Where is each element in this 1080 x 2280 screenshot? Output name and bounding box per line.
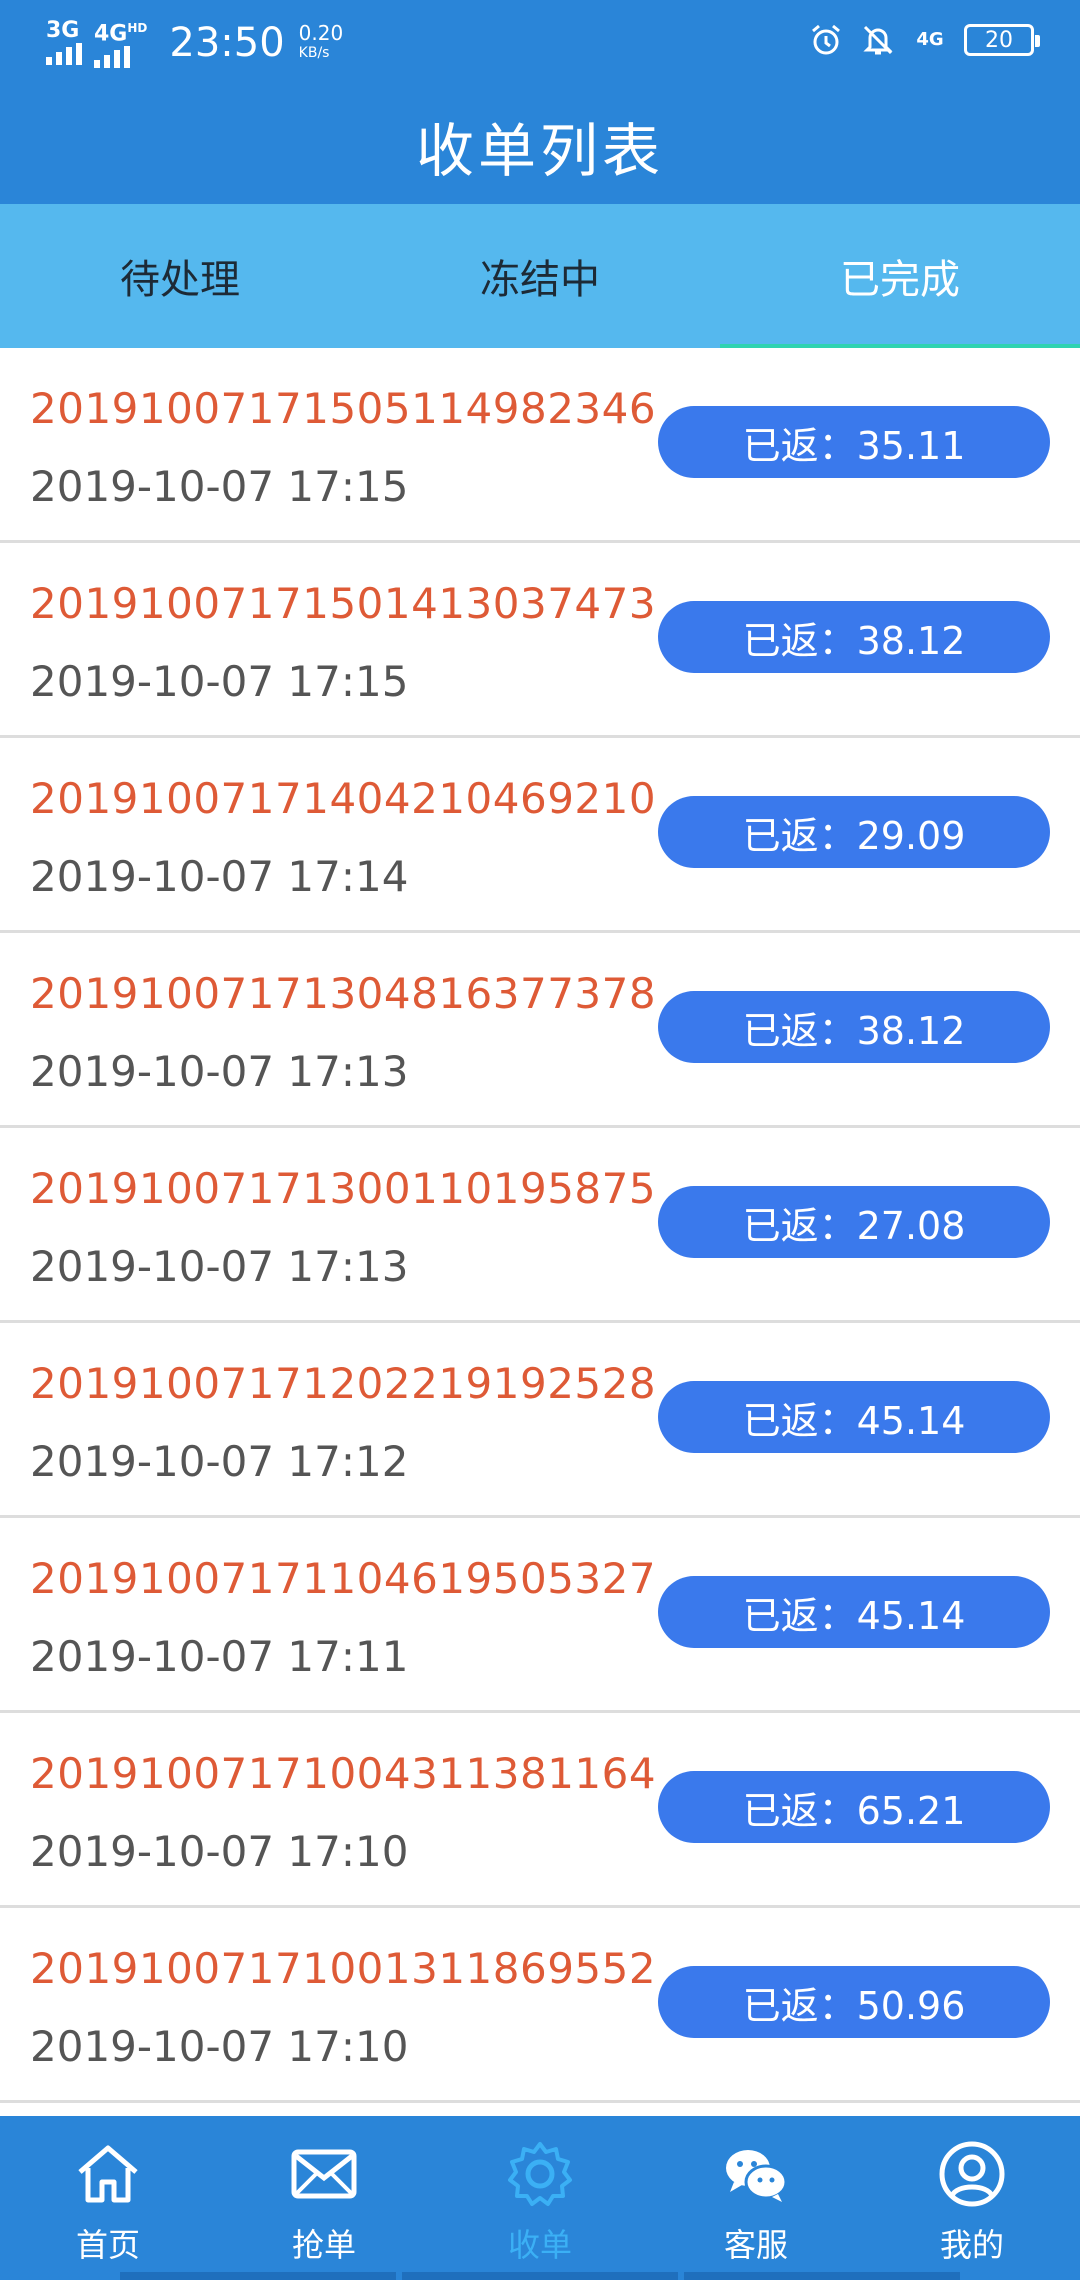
nav-home[interactable]: 首页 (0, 2116, 216, 2280)
returned-amount-badge[interactable]: 已返：45.14 (658, 1381, 1050, 1453)
signal-hd-label: HD (127, 21, 148, 35)
page-title: 收单列表 (415, 117, 664, 185)
app-header: 3G 4GHD 23:50 0.20 KB/s 4G 20 收单列表 (0, 0, 1080, 204)
order-number: 20191007171501413037473 (30, 579, 657, 628)
network-speed: 0.20 KB/s (299, 23, 344, 63)
returned-amount-badge[interactable]: 已返：38.12 (658, 601, 1050, 673)
nav-customer-service-label: 客服 (723, 2226, 788, 2264)
mail-icon (291, 2149, 357, 2199)
order-row[interactable]: 20191007171505114982346 2019-10-07 17:15… (0, 348, 1080, 543)
network-icon: 4G (912, 22, 948, 58)
order-number: 20191007171001311869552 (30, 1944, 657, 1993)
order-time: 2019-10-07 17:14 (30, 852, 409, 901)
bottom-nav: 首页 抢单 收单 客服 我的 (0, 2116, 1080, 2280)
signal-3g-label: 3G (46, 18, 80, 44)
order-number: 20191007171004311381164 (30, 1749, 657, 1798)
network-speed-unit: KB/s (298, 45, 330, 62)
signal-4g-icon: 4GHD (94, 18, 148, 69)
nav-home-label: 首页 (75, 2226, 140, 2264)
order-list: 20191007171505114982346 2019-10-07 17:15… (0, 348, 1080, 2103)
order-number: 20191007171300110195875 (30, 1164, 657, 1213)
network-speed-value: 0.20 (298, 21, 344, 46)
order-number: 20191007171202219192528 (30, 1359, 657, 1408)
nav-bottom-strip (0, 2272, 1080, 2280)
nav-mine-label: 我的 (939, 2226, 1004, 2264)
order-row[interactable]: 20191007171202219192528 2019-10-07 17:12… (0, 1323, 1080, 1518)
status-time: 23:50 (169, 20, 285, 67)
order-time: 2019-10-07 17:13 (30, 1242, 409, 1291)
returned-amount-badge[interactable]: 已返：35.11 (658, 406, 1050, 478)
app-screen: 3G 4GHD 23:50 0.20 KB/s 4G 20 收单列表 待处理 冻… (0, 0, 1080, 2280)
order-time: 2019-10-07 17:10 (30, 1827, 409, 1876)
bell-off-icon (860, 22, 896, 58)
order-row[interactable]: 20191007171104619505327 2019-10-07 17:11… (0, 1518, 1080, 1713)
order-row[interactable]: 20191007171304816377378 2019-10-07 17:13… (0, 933, 1080, 1128)
wechat-icon (726, 2150, 788, 2202)
order-time: 2019-10-07 17:15 (30, 462, 409, 511)
signal-4g-label: 4G (94, 21, 128, 47)
order-number: 20191007171505114982346 (30, 384, 657, 433)
order-time: 2019-10-07 17:11 (30, 1632, 409, 1681)
tab-frozen[interactable]: 冻结中 (360, 204, 720, 348)
order-row[interactable]: 20191007171004311381164 2019-10-07 17:10… (0, 1713, 1080, 1908)
nav-receive-order[interactable]: 收单 (432, 2116, 648, 2280)
alarm-icon (808, 22, 844, 58)
order-time: 2019-10-07 17:15 (30, 657, 409, 706)
status-left: 3G 4GHD 23:50 0.20 KB/s (46, 18, 344, 69)
nav-receive-order-label: 收单 (507, 2226, 572, 2264)
user-icon (939, 2141, 1005, 2207)
order-time: 2019-10-07 17:10 (30, 2022, 409, 2071)
home-icon (78, 2145, 138, 2203)
signal-3g-icon: 3G (46, 18, 82, 66)
gear-icon (508, 2142, 572, 2206)
order-number: 20191007171404210469210 (30, 774, 657, 823)
status-bar: 3G 4GHD 23:50 0.20 KB/s 4G 20 (0, 0, 1080, 84)
returned-amount-badge[interactable]: 已返：50.96 (658, 1966, 1050, 2038)
order-row[interactable]: 20191007171501413037473 2019-10-07 17:15… (0, 543, 1080, 738)
order-time: 2019-10-07 17:13 (30, 1047, 409, 1096)
returned-amount-badge[interactable]: 已返：45.14 (658, 1576, 1050, 1648)
tab-completed[interactable]: 已完成 (720, 204, 1080, 348)
nav-grab-order[interactable]: 抢单 (216, 2116, 432, 2280)
order-row[interactable]: 20191007171404210469210 2019-10-07 17:14… (0, 738, 1080, 933)
nav-customer-service[interactable]: 客服 (648, 2116, 864, 2280)
returned-amount-badge[interactable]: 已返：29.09 (658, 796, 1050, 868)
returned-amount-badge[interactable]: 已返：38.12 (658, 991, 1050, 1063)
order-number: 20191007171104619505327 (30, 1554, 657, 1603)
returned-amount-badge[interactable]: 已返：65.21 (658, 1771, 1050, 1843)
order-time: 2019-10-07 17:12 (30, 1437, 409, 1486)
nav-grab-order-label: 抢单 (291, 2226, 356, 2264)
order-row[interactable]: 20191007171300110195875 2019-10-07 17:13… (0, 1128, 1080, 1323)
tab-pending[interactable]: 待处理 (0, 204, 360, 348)
order-number: 20191007171304816377378 (30, 969, 657, 1018)
battery-level: 20 (985, 27, 1013, 53)
status-right: 4G 20 (808, 22, 1040, 58)
battery-icon: 20 (964, 24, 1040, 56)
status-tabs: 待处理 冻结中 已完成 (0, 204, 1080, 348)
network-label: 4G (916, 29, 944, 50)
returned-amount-badge[interactable]: 已返：27.08 (658, 1186, 1050, 1258)
nav-mine[interactable]: 我的 (864, 2116, 1080, 2280)
order-row[interactable]: 20191007171001311869552 2019-10-07 17:10… (0, 1908, 1080, 2103)
